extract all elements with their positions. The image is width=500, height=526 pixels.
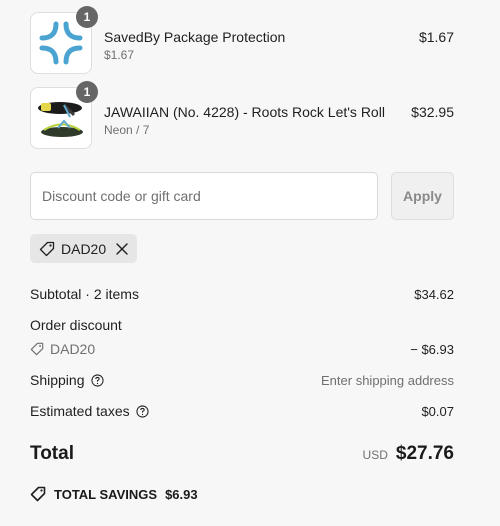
line-item-package-protection: 1 SavedBy Package Protection $1.67 $1.67 bbox=[30, 6, 454, 74]
tag-icon bbox=[39, 241, 55, 257]
total-value: $27.76 bbox=[395, 443, 454, 464]
total-amount: USD $27.76 bbox=[363, 443, 454, 465]
product-thumbnail: 1 bbox=[30, 81, 98, 149]
order-discount-code: DAD20 bbox=[30, 341, 95, 357]
shipping-label-text: Shipping bbox=[30, 372, 85, 388]
total-savings: TOTAL SAVINGS $6.93 bbox=[30, 486, 198, 502]
help-icon[interactable] bbox=[90, 373, 104, 387]
order-discount-label: Order discount bbox=[30, 317, 122, 333]
item-title: JAWAIIAN (No. 4228) - Roots Rock Let's R… bbox=[104, 104, 385, 120]
total-savings-value: $6.93 bbox=[165, 486, 198, 502]
apply-discount-button[interactable]: Apply bbox=[391, 172, 454, 220]
applied-discount-code: DAD20 bbox=[61, 240, 107, 257]
item-subtitle: Neon / 7 bbox=[104, 123, 150, 137]
line-item-jawaiian: 1 JAWAIIAN (No. 4228) - Roots Rock Let's… bbox=[30, 81, 454, 149]
quantity-badge: 1 bbox=[76, 81, 98, 103]
flip-flop-sandal-icon bbox=[34, 95, 88, 141]
applied-discount-tag: DAD20 bbox=[30, 234, 138, 263]
order-discount-code-text: DAD20 bbox=[50, 341, 96, 357]
shipping-label: Shipping bbox=[30, 372, 104, 388]
tag-icon bbox=[30, 486, 46, 502]
shipping-value: Enter shipping address bbox=[321, 373, 454, 388]
taxes-label: Estimated taxes bbox=[30, 403, 149, 419]
currency-code: USD bbox=[362, 448, 388, 462]
package-protection-logo-icon bbox=[38, 20, 84, 66]
quantity-badge: 1 bbox=[76, 6, 98, 28]
product-thumbnail: 1 bbox=[30, 6, 98, 74]
tag-icon bbox=[30, 342, 44, 356]
help-icon[interactable] bbox=[136, 404, 149, 418]
discount-code-input[interactable] bbox=[30, 172, 378, 220]
taxes-label-text: Estimated taxes bbox=[30, 403, 130, 419]
subtotal-label: Subtotal · 2 items bbox=[30, 286, 139, 302]
total-savings-label: TOTAL SAVINGS bbox=[54, 486, 158, 502]
order-discount-value: − $6.93 bbox=[410, 342, 454, 357]
total-label: Total bbox=[30, 443, 74, 464]
item-price: $32.95 bbox=[411, 104, 454, 120]
taxes-value: $0.07 bbox=[421, 404, 454, 419]
remove-discount-close-icon[interactable] bbox=[116, 242, 128, 255]
subtotal-value: $34.62 bbox=[414, 287, 454, 302]
item-price: $1.67 bbox=[418, 29, 454, 45]
item-title: SavedBy Package Protection bbox=[104, 29, 286, 45]
item-subtitle: $1.67 bbox=[104, 48, 135, 62]
